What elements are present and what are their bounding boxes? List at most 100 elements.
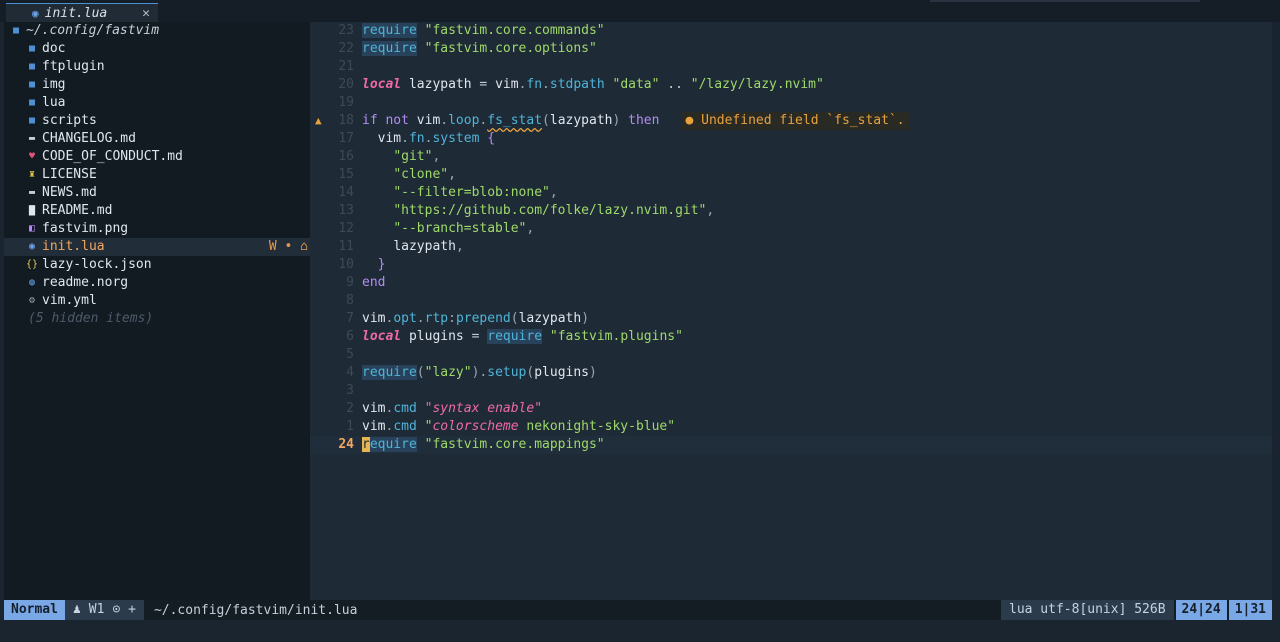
status-extra: ⊙ + xyxy=(112,602,136,617)
code-line[interactable]: 4 require("lazy").setup(plugins) xyxy=(310,364,1272,382)
code-line[interactable]: 23 require "fastvim.core.commands" xyxy=(310,22,1272,40)
tree-item-fastvim-png[interactable]: ◧ fastvim.png xyxy=(4,220,310,238)
code-text[interactable]: vim.opt.rtp:prepend(lazypath) xyxy=(362,310,589,328)
line-number: 21 xyxy=(338,59,354,74)
code-text[interactable]: "--branch=stable", xyxy=(362,220,534,238)
line-number: 10 xyxy=(338,257,354,272)
line-number: 8 xyxy=(346,293,354,308)
line-number: 11 xyxy=(338,239,354,254)
code-line[interactable]: 24 require "fastvim.core.mappings" xyxy=(310,436,1272,454)
code-line[interactable]: 8 xyxy=(310,292,1272,310)
diagnostic-message: ● Undefined field `fs_stat`. xyxy=(681,112,909,130)
code-text[interactable]: "https://github.com/folke/lazy.nvim.git"… xyxy=(362,202,714,220)
code-text[interactable]: end xyxy=(362,274,385,292)
scrollbar[interactable] xyxy=(1272,22,1280,600)
code-line[interactable]: 3 xyxy=(310,382,1272,400)
line-number: 9 xyxy=(346,275,354,290)
column-position: 1|31 xyxy=(1228,600,1272,620)
command-line[interactable] xyxy=(0,620,1280,642)
code-text[interactable]: vim.cmd "colorscheme nekonight-sky-blue" xyxy=(362,418,675,436)
code-text[interactable]: local lazypath = vim.fn.stdpath "data" .… xyxy=(362,76,824,94)
folder-icon: ■ xyxy=(28,61,36,72)
line-number: 17 xyxy=(338,131,354,146)
file-explorer: ■ ~/.config/fastvim ■ doc ■ ftplugin ■ img ■ lua ■… xyxy=(4,22,310,600)
code-line[interactable]: 16 "git", xyxy=(310,148,1272,166)
code-line[interactable]: 10 } xyxy=(310,256,1272,274)
lua-icon: ◉ xyxy=(32,6,39,20)
tree-item-vim-yml[interactable]: ⚙ vim.yml xyxy=(4,292,310,310)
tree-item-news-md[interactable]: ▬ NEWS.md xyxy=(4,184,310,202)
folder-icon: ■ xyxy=(28,115,36,126)
code-line[interactable]: 9 end xyxy=(310,274,1272,292)
tab-init-lua[interactable]: ◉ init.lua ✕ xyxy=(6,3,158,22)
code-line[interactable]: 15 "clone", xyxy=(310,166,1272,184)
tree-item-readme-md[interactable]: ▇ README.md xyxy=(4,202,310,220)
line-number: 7 xyxy=(346,311,354,326)
tree-item-code-of-conduct-md[interactable]: ♥ CODE_OF_CONDUCT.md xyxy=(4,148,310,166)
heart-icon: ♥ xyxy=(28,151,36,162)
code-line[interactable]: 19 xyxy=(310,94,1272,112)
code-text[interactable]: require("lazy").setup(plugins) xyxy=(362,364,597,382)
line-number: 18 xyxy=(338,113,354,128)
close-icon[interactable]: ✕ xyxy=(142,6,150,21)
code-line[interactable]: 5 xyxy=(310,346,1272,364)
code-text[interactable]: require "fastvim.core.commands" xyxy=(362,22,605,40)
line-number: 3 xyxy=(346,383,354,398)
code-text[interactable]: } xyxy=(362,256,386,274)
code-line[interactable]: 20 local lazypath = vim.fn.stdpath "data"… xyxy=(310,76,1272,94)
code-line[interactable]: 6 local plugins = require "fastvim.plugin… xyxy=(310,328,1272,346)
tree-item-label: readme.norg xyxy=(42,275,129,290)
editor-pane[interactable]: 23 require "fastvim.core.commands" 22 requi… xyxy=(310,22,1272,600)
line-number: 22 xyxy=(338,41,354,56)
tree-item-ftplugin[interactable]: ■ ftplugin xyxy=(4,58,310,76)
yaml-icon: ⚙ xyxy=(28,295,36,306)
markdown-icon: ▬ xyxy=(28,187,36,198)
tree-item-doc[interactable]: ■ doc xyxy=(4,40,310,58)
code-text[interactable]: local plugins = require "fastvim.plugins… xyxy=(362,328,683,346)
code-text[interactable]: "git", xyxy=(362,148,440,166)
code-line[interactable]: 13 "https://github.com/folke/lazy.nvim.g… xyxy=(310,202,1272,220)
code-text[interactable]: lazypath, xyxy=(362,238,463,256)
line-number: 13 xyxy=(338,203,354,218)
code-text[interactable]: vim.fn.system { xyxy=(362,130,495,148)
code-line[interactable]: 7 vim.opt.rtp:prepend(lazypath) xyxy=(310,310,1272,328)
line-number: 24 xyxy=(338,437,354,452)
lua-icon: ◉ xyxy=(28,241,36,252)
tree-item-license[interactable]: ♜ LICENSE xyxy=(4,166,310,184)
code-line[interactable]: 17 vim.fn.system { xyxy=(310,130,1272,148)
tree-root[interactable]: ■ ~/.config/fastvim xyxy=(4,22,310,40)
tree-item-img[interactable]: ■ img xyxy=(4,76,310,94)
code-text[interactable]: vim.cmd "syntax enable" xyxy=(362,400,542,418)
tree-item-label: CODE_OF_CONDUCT.md xyxy=(42,149,183,164)
code-line[interactable]: ▲ 18 if not vim.loop.fs_stat(lazypath) the… xyxy=(310,112,1272,130)
image-icon: ◧ xyxy=(28,223,36,234)
code-line[interactable]: 11 lazypath, xyxy=(310,238,1272,256)
code-line[interactable]: 1 vim.cmd "colorscheme nekonight-sky-blue… xyxy=(310,418,1272,436)
code-text[interactable]: require "fastvim.core.options" xyxy=(362,40,597,58)
line-number: 2 xyxy=(346,401,354,416)
tree-item-lua[interactable]: ■ lua xyxy=(4,94,310,112)
tree-root-label: ~/.config/fastvim xyxy=(26,23,160,38)
code-line[interactable]: 21 xyxy=(310,58,1272,76)
tree-item-label: doc xyxy=(42,41,66,56)
tree-item-init-lua[interactable]: ◉ init.lua W • ⌂ xyxy=(4,238,310,256)
window-number: W1 xyxy=(88,602,105,617)
tree-item-label: lua xyxy=(42,95,66,110)
line-number: 19 xyxy=(338,95,354,110)
code-line[interactable]: 22 require "fastvim.core.options" xyxy=(310,40,1272,58)
code-text[interactable]: "--filter=blob:none", xyxy=(362,184,557,202)
tree-item-changelog-md[interactable]: ▬ CHANGELOG.md xyxy=(4,130,310,148)
code-line[interactable]: 2 vim.cmd "syntax enable" xyxy=(310,400,1272,418)
hidden-items-label: (5 hidden items) xyxy=(28,311,154,326)
code-text[interactable]: require "fastvim.core.mappings" xyxy=(362,436,605,454)
tree-item-readme-norg[interactable]: ◍ readme.norg xyxy=(4,274,310,292)
tree-item-lazy-lock-json[interactable]: {} lazy-lock.json xyxy=(4,256,310,274)
tree-item-scripts[interactable]: ■ scripts xyxy=(4,112,310,130)
code-line[interactable]: 12 "--branch=stable", xyxy=(310,220,1272,238)
code-text[interactable]: "clone", xyxy=(362,166,456,184)
code-line[interactable]: 14 "--filter=blob:none", xyxy=(310,184,1272,202)
tree-item-label: scripts xyxy=(42,113,97,128)
pawn-icon: ♟ xyxy=(72,602,81,617)
tree-item-label: img xyxy=(42,77,66,92)
code-text[interactable]: if not vim.loop.fs_stat(lazypath) then ● … xyxy=(362,112,909,130)
